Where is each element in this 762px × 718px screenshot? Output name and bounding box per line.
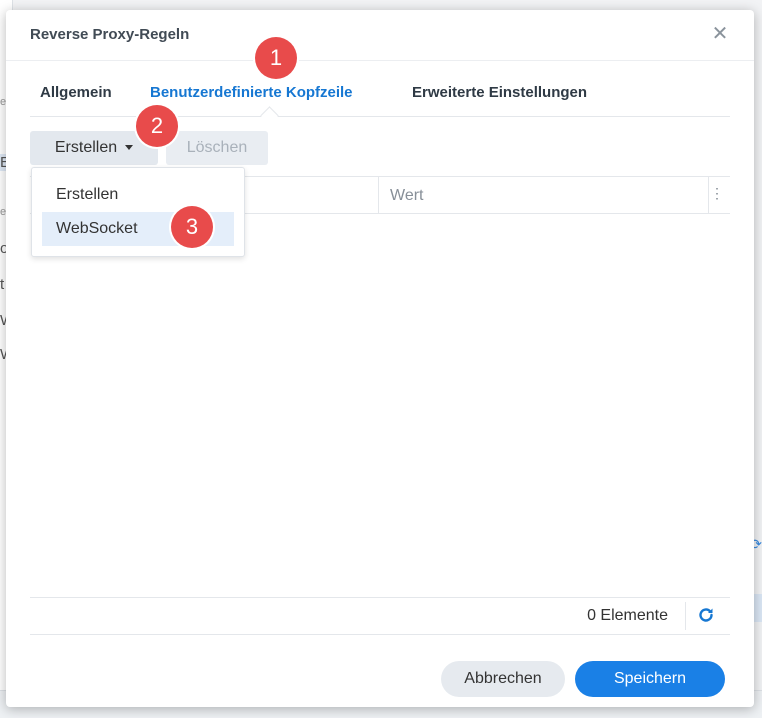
- tab-custom-header[interactable]: Benutzerdefinierte Kopfzeile: [150, 84, 353, 101]
- background-fragment: t: [0, 276, 5, 293]
- footer-divider: [685, 602, 686, 630]
- close-icon[interactable]: ✕: [708, 22, 732, 46]
- tab-general[interactable]: Allgemein: [40, 84, 112, 101]
- cancel-button[interactable]: Abbrechen: [441, 661, 565, 697]
- tab-bar: Allgemein Benutzerdefinierte Kopfzeile E…: [30, 66, 730, 125]
- delete-button[interactable]: Löschen: [166, 131, 268, 165]
- create-button-label: Erstellen: [54, 139, 118, 156]
- reverse-proxy-dialog: Reverse Proxy-Regeln ✕ Allgemein Benutze…: [6, 10, 754, 707]
- dialog-title: Reverse Proxy-Regeln: [30, 26, 190, 43]
- active-tab-indicator: [260, 106, 279, 125]
- more-vertical-icon[interactable]: ⋮: [710, 185, 724, 202]
- grid-footer: 0 Elemente: [30, 597, 730, 635]
- menu-item-create[interactable]: Erstellen: [42, 178, 234, 212]
- step-badge-1: 1: [255, 37, 297, 79]
- column-divider: [708, 177, 709, 213]
- item-count: 0 Elemente: [587, 607, 668, 624]
- step-badge-3: 3: [171, 206, 213, 248]
- tab-advanced-settings[interactable]: Erweiterte Einstellungen: [412, 84, 587, 101]
- refresh-icon[interactable]: [696, 605, 716, 625]
- column-divider: [378, 177, 379, 213]
- create-dropdown-menu: Erstellen WebSocket: [31, 167, 245, 257]
- step-badge-2: 2: [136, 105, 178, 147]
- save-button[interactable]: Speichern: [575, 661, 725, 697]
- column-header-value[interactable]: Wert: [390, 187, 423, 205]
- background-bar: [754, 594, 762, 622]
- chevron-down-icon: [125, 145, 134, 151]
- dialog-header: Reverse Proxy-Regeln ✕: [6, 10, 754, 61]
